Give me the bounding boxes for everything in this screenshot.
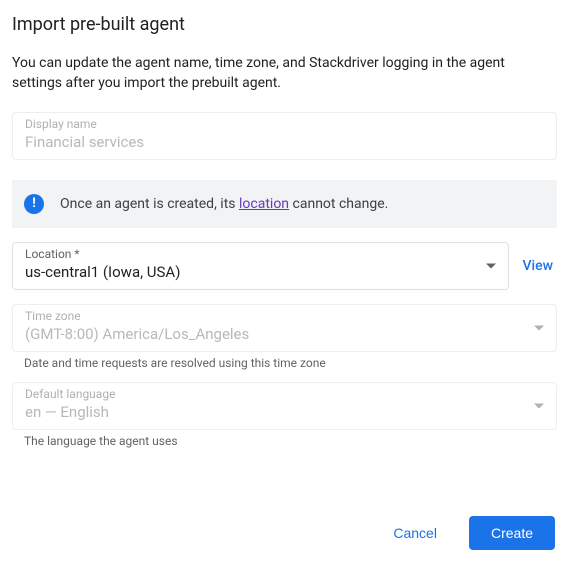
info-icon: ! xyxy=(24,194,44,214)
language-label: Default language xyxy=(25,387,544,401)
display-name-label: Display name xyxy=(25,117,544,131)
timezone-label: Time zone xyxy=(25,309,544,323)
location-link[interactable]: location xyxy=(239,196,289,212)
info-banner: ! Once an agent is created, its location… xyxy=(12,180,557,228)
language-helper: The language the agent uses xyxy=(24,434,557,448)
cancel-button[interactable]: Cancel xyxy=(371,516,459,550)
language-select[interactable]: Default language en — English xyxy=(12,382,557,430)
dialog-actions: Cancel Create xyxy=(371,516,555,550)
chevron-down-icon xyxy=(486,263,496,268)
timezone-value: (GMT-8:00) America/Los_Angeles xyxy=(25,325,544,343)
view-button[interactable]: View xyxy=(523,258,558,274)
location-select[interactable]: Location * us-central1 (Iowa, USA) xyxy=(12,242,509,290)
display-name-value: Financial services xyxy=(25,133,544,151)
timezone-select[interactable]: Time zone (GMT-8:00) America/Los_Angeles xyxy=(12,304,557,352)
location-value: us-central1 (Iowa, USA) xyxy=(25,263,496,281)
dialog-title: Import pre-built agent xyxy=(12,14,557,35)
create-button[interactable]: Create xyxy=(469,516,555,550)
language-value: en — English xyxy=(25,403,544,421)
location-label: Location * xyxy=(25,247,496,261)
timezone-helper: Date and time requests are resolved usin… xyxy=(24,356,557,370)
chevron-down-icon xyxy=(534,403,544,408)
dialog-subtitle: You can update the agent name, time zone… xyxy=(12,53,557,94)
dialog: Import pre-built agent You can update th… xyxy=(0,0,569,448)
chevron-down-icon xyxy=(534,325,544,330)
info-text: Once an agent is created, its location c… xyxy=(60,196,388,212)
display-name-field[interactable]: Display name Financial services xyxy=(12,112,557,160)
